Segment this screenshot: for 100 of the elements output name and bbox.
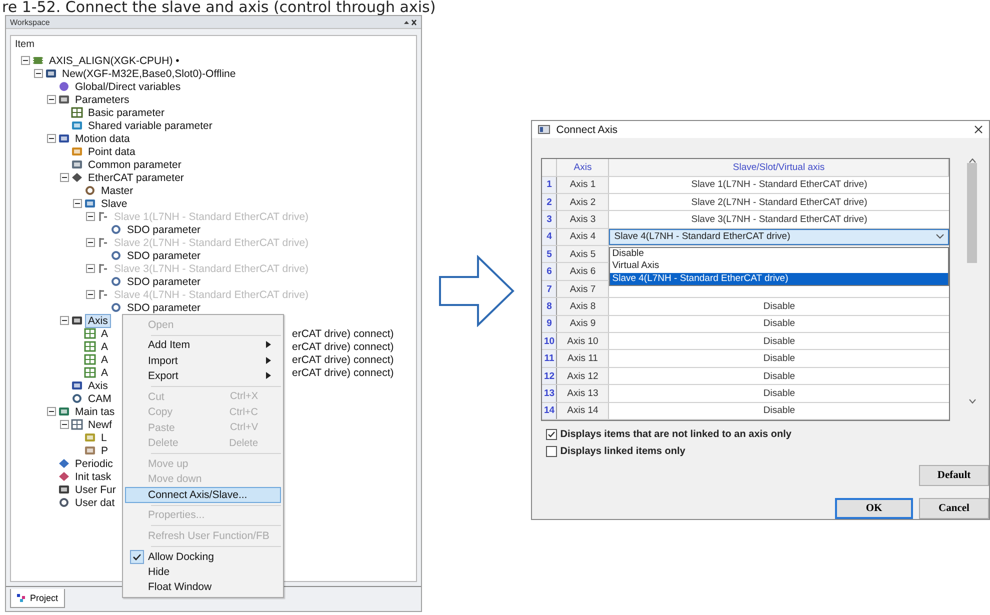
collapse-icon[interactable] [60,420,69,429]
tree-item[interactable]: Periodic [72,456,116,470]
checkbox[interactable] [546,429,558,440]
tree-item[interactable]: AXIS_ALIGN(XGK-CPUH) • [46,54,182,68]
tree-item[interactable]: User Fur [72,482,119,496]
tree-item[interactable]: Shared variable parameter [85,118,216,132]
tree-item[interactable]: L [98,430,110,444]
node-icon [84,341,96,352]
node-icon [71,120,83,131]
row-number: 10 [542,333,558,350]
tree-item[interactable]: Common parameter [85,158,184,172]
checkbox[interactable] [546,446,558,457]
tree-item[interactable]: Axis [85,378,111,392]
menu-item[interactable]: Hide [125,564,281,580]
node-icon [84,445,96,456]
node-icon [58,458,70,469]
tree-item[interactable]: P [98,444,112,458]
collapse-icon[interactable] [34,69,43,78]
table-cell-text: Disable [762,317,796,332]
row-number: 9 [542,316,558,332]
tree-item[interactable]: A [98,352,112,366]
column-header: Axis [557,159,610,176]
table-cell-text: Disable [762,334,796,349]
menu-item[interactable]: Export [125,368,281,384]
tree-item[interactable]: Slave [98,196,130,210]
slave-dropdown[interactable]: Slave 4(L7NH - Standard EtherCAT drive) [609,228,950,246]
node-icon [32,55,44,66]
collapse-icon[interactable] [60,316,69,325]
scroll-up-icon[interactable] [968,158,976,164]
menu-item[interactable]: Float Window [125,580,281,595]
dropdown-option[interactable]: Virtual Axis [610,260,948,273]
node-icon [71,419,83,430]
tree-item[interactable]: Init task [72,470,114,484]
collapse-icon[interactable] [21,56,30,65]
window-icon [538,125,550,134]
node-icon [45,68,57,79]
scroll-down-icon[interactable] [968,399,976,404]
node-icon [71,393,83,404]
tree-item[interactable]: Basic parameter [85,106,168,120]
tree-item[interactable]: Point data [85,144,138,158]
pin-close-icon[interactable] [403,18,418,26]
menu-item[interactable]: Connect Axis/Slave... [125,487,281,502]
menu-item[interactable]: Allow Docking [125,548,281,564]
tree-item[interactable]: A [98,326,112,340]
tree-item-text: erCAT drive) connect) [292,340,394,352]
tree-item-text: erCAT drive) connect) [292,366,394,378]
node-icon [58,471,70,482]
table-cell-text: Slave 2(L7NH - Standard EtherCAT drive) [690,196,868,210]
close-icon[interactable] [974,125,983,134]
node-icon [71,315,83,326]
table-cell: Axis 8 [557,298,610,315]
project-icon [17,594,27,602]
right-arrow-icon [438,255,516,327]
tree-item[interactable]: A [98,340,112,354]
column-header: Item [14,38,36,52]
tree-item[interactable]: User dat [72,496,118,510]
node-icon [97,211,109,222]
window-title: Connect Axis [556,124,619,136]
tree-item[interactable]: Global/Direct variables [72,80,184,94]
table-cell-text: Slave 3(L7NH - Standard EtherCAT drive) [690,213,868,227]
dialog-button[interactable]: Cancel [918,498,989,519]
collapse-icon[interactable] [60,173,69,182]
table-cell: Axis 10 [557,333,610,350]
table-cell-text: Disable [762,386,796,401]
default-button[interactable]: Default [918,465,989,486]
tree-item[interactable]: Master [98,184,136,198]
tree-item[interactable]: Newf [85,418,115,432]
tree-item[interactable]: A [98,366,112,380]
table-cell: Axis 12 [557,368,610,384]
dropdown-option[interactable]: Slave 4(L7NH - Standard EtherCAT drive) [610,272,948,286]
node-icon [110,224,122,235]
collapse-icon[interactable] [47,134,56,143]
node-icon [84,367,96,378]
tree-item[interactable]: Parameters [72,92,132,106]
tree-item[interactable]: CAM [85,392,114,406]
node-icon [71,146,83,157]
tree-item-text: erCAT drive) connect) [292,354,394,366]
dropdown-option[interactable]: Disable [610,248,948,260]
scroll-thumb[interactable] [967,163,978,264]
tree-item[interactable]: EtherCAT parameter [85,170,187,184]
menu-item[interactable]: Add Item [125,338,281,353]
tree-item[interactable]: Main tas [72,404,118,418]
table-cell-text: Disable [762,370,796,384]
tree-item[interactable]: Axis [85,314,111,328]
table-cell-text: Disable [762,352,796,366]
tree-item-text: erCAT drive) connect) [292,328,394,340]
collapse-icon[interactable] [73,199,82,208]
node-icon [71,107,83,118]
table-cell: Axis 11 [557,350,610,367]
node-icon [71,172,83,183]
collapse-icon[interactable] [47,407,56,416]
collapse-icon[interactable] [47,95,56,104]
menu-item[interactable]: Import [125,353,281,368]
row-number: 8 [542,298,558,315]
tree-item[interactable]: New(XGF-M32E,Base0,Slot0)-Offline [59,66,239,80]
tree-item[interactable]: Motion data [72,132,133,146]
panel-tab[interactable]: Project [10,589,66,608]
table-cell: Axis 2 [557,194,610,210]
node-icon [84,198,96,209]
dialog-button[interactable]: OK [834,498,913,519]
